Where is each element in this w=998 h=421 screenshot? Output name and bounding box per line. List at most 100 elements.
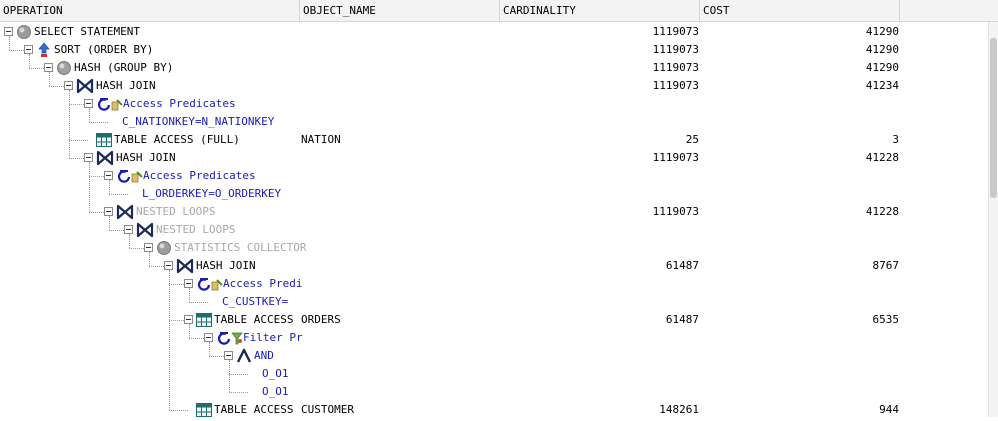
tree-guide-line [189,338,204,339]
cost-value: 41290 [865,25,899,38]
operation-label: C_NATIONKEY=N_NATIONKEY [122,115,275,128]
operation-label: TABLE ACCESS (FULL) [114,133,240,146]
plan-row[interactable]: C_NATIONKEY=N_NATIONKEY [0,113,988,131]
cost-value [700,275,899,293]
collapse-toggle[interactable] [4,27,13,36]
plan-row[interactable]: TABLE ACCESS ORDERS 61487 6535 [0,311,988,329]
plan-row[interactable]: Access Predi [0,275,988,293]
plan-row[interactable]: SORT (ORDER BY) 1119073 41290 [0,41,988,59]
table-icon [196,402,212,418]
collapse-toggle[interactable] [24,45,33,54]
cardinality-value: 61487 [665,313,699,326]
join-icon [176,258,194,274]
plan-row[interactable]: NESTED LOOPS [0,221,988,239]
plan-row[interactable]: NESTED LOOPS 1119073 41228 [0,203,988,221]
cost-value [700,383,899,401]
collapse-toggle[interactable] [84,99,93,108]
operation-label: TABLE ACCESS [214,403,294,416]
operation-label: SELECT STATEMENT [34,25,140,38]
plan-row[interactable]: TABLE ACCESS (FULL) NATION 25 3 [0,131,988,149]
cardinality-value [500,365,699,383]
plan-row[interactable]: AND [0,347,988,365]
vertical-scrollbar[interactable] [988,22,998,417]
operation-label: Access Predicates [123,97,236,110]
plan-row[interactable]: Access Predicates [0,167,988,185]
collapse-toggle[interactable] [44,63,53,72]
column-header: OPERATION OBJECT_NAME CARDINALITY COST [0,0,998,22]
operation-label: STATISTICS COLLECTOR [174,241,307,254]
cost-value [700,95,899,113]
predicate-icon [196,276,223,292]
tree-guide-line [9,50,24,51]
plan-row[interactable]: O_O1 [0,365,988,383]
operation-label: Access Predicates [143,169,256,182]
collapse-toggle[interactable] [144,243,153,252]
cardinality-value: 1119073 [652,61,699,74]
cost-value: 41290 [865,61,899,74]
plan-row[interactable]: HASH JOIN 1119073 41234 [0,77,988,95]
column-header-cost[interactable]: COST [700,0,900,21]
collapse-toggle[interactable] [64,81,73,90]
cardinality-value [500,239,699,257]
cost-value: 41228 [865,151,899,164]
table-icon [96,132,112,148]
cardinality-value [500,95,699,113]
plan-row[interactable]: HASH JOIN 61487 8767 [0,257,988,275]
operation-label: HASH JOIN [116,151,176,164]
cardinality-value: 1119073 [652,151,699,164]
cost-value: 41234 [865,79,899,92]
cardinality-value: 148261 [659,403,699,416]
cardinality-value [500,113,699,131]
plan-row[interactable]: C_CUSTKEY= [0,293,988,311]
operation-label: HASH JOIN [96,79,156,92]
cardinality-value [500,293,699,311]
scrollbar-thumb[interactable] [990,38,997,198]
plan-row[interactable]: Access Predicates [0,95,988,113]
collapse-toggle[interactable] [164,261,173,270]
statement-icon [16,24,32,40]
cost-value [700,167,899,185]
plan-row[interactable]: Filter Pr [0,329,988,347]
plan-row[interactable]: STATISTICS COLLECTOR [0,239,988,257]
collapse-toggle[interactable] [104,171,113,180]
cost-value: 41228 [865,205,899,218]
plan-row[interactable]: O_O1 [0,383,988,401]
tree-guide-line [129,248,144,249]
collapse-toggle[interactable] [184,279,193,288]
join-icon [136,222,154,238]
and-icon [236,348,252,364]
cardinality-value: 1119073 [652,205,699,218]
cost-value [700,329,899,347]
cardinality-value [500,275,699,293]
join-icon [76,78,94,94]
cardinality-value [500,167,699,185]
cardinality-value [500,185,699,203]
plan-row[interactable]: TABLE ACCESS CUSTOMER 148261 944 [0,401,988,419]
collapse-toggle[interactable] [224,351,233,360]
tree-guide-line [149,266,164,267]
column-header-operation[interactable]: OPERATION [0,0,300,21]
collapse-toggle[interactable] [204,333,213,342]
cardinality-value [500,221,699,239]
cardinality-value [500,383,699,401]
cost-value: 944 [879,403,899,416]
column-header-object-name[interactable]: OBJECT_NAME [300,0,500,21]
join-icon [116,204,134,220]
plan-row[interactable]: SELECT STATEMENT 1119073 41290 [0,23,988,41]
collapse-toggle[interactable] [184,315,193,324]
sort-icon [36,42,52,58]
cost-value [700,221,899,239]
operation-label: NESTED LOOPS [156,223,236,236]
collapse-toggle[interactable] [104,207,113,216]
operation-label: L_ORDERKEY=O_ORDERKEY [142,187,282,200]
plan-row[interactable]: HASH (GROUP BY) 1119073 41290 [0,59,988,77]
plan-row[interactable]: HASH JOIN 1119073 41228 [0,149,988,167]
plan-row[interactable]: L_ORDERKEY=O_ORDERKEY [0,185,988,203]
collapse-toggle[interactable] [84,153,93,162]
collapse-toggle[interactable] [124,225,133,234]
cardinality-value [500,347,699,365]
column-header-cardinality[interactable]: CARDINALITY [500,0,700,21]
operation-label: C_CUSTKEY= [222,295,289,308]
cardinality-value: 1119073 [652,79,699,92]
operation-label: AND [254,349,274,362]
